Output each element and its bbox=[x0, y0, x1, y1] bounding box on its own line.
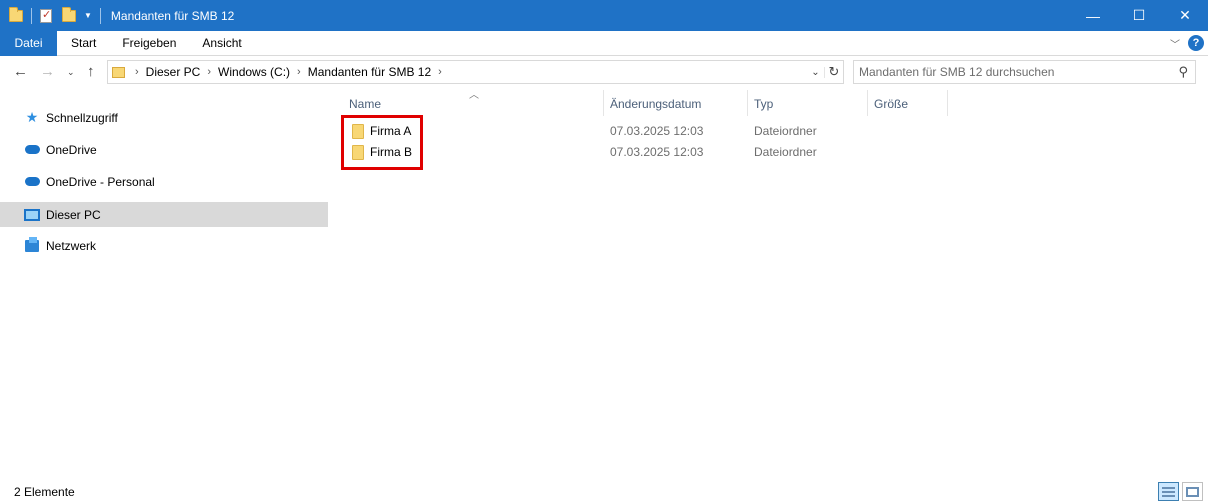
help-icon[interactable]: ? bbox=[1188, 35, 1204, 51]
navigation-pane: ★ Schnellzugriff OneDrive OneDrive - Per… bbox=[0, 88, 330, 478]
tab-start[interactable]: Start bbox=[57, 31, 109, 56]
details-view-button[interactable] bbox=[1158, 482, 1179, 501]
window-title: Mandanten für SMB 12 bbox=[110, 8, 235, 23]
file-modified: 07.03.2025 12:03 bbox=[610, 124, 704, 138]
computer-icon bbox=[24, 207, 40, 223]
column-header-type[interactable]: Typ bbox=[754, 92, 773, 116]
file-type: Dateiordner bbox=[754, 145, 817, 159]
properties-icon[interactable] bbox=[40, 8, 52, 23]
up-arrow-icon[interactable]: ↑ bbox=[87, 63, 95, 80]
window-controls: — ☐ ✕ bbox=[1070, 0, 1208, 31]
star-icon: ★ bbox=[25, 109, 39, 125]
search-input[interactable]: Mandanten für SMB 12 durchsuchen ⚲ bbox=[853, 60, 1196, 84]
forward-arrow-icon[interactable]: → bbox=[40, 63, 55, 80]
large-icons-view-button[interactable] bbox=[1182, 482, 1203, 501]
status-bar: 2 Elemente bbox=[0, 480, 1208, 504]
file-modified: 07.03.2025 12:03 bbox=[610, 145, 704, 159]
sidebar-item-onedrive-personal[interactable]: OneDrive - Personal bbox=[0, 169, 328, 194]
breadcrumb-dieser-pc[interactable]: Dieser PC bbox=[146, 65, 201, 79]
column-header-date[interactable]: Änderungsdatum bbox=[610, 92, 701, 116]
item-count: 2 Elemente bbox=[14, 485, 75, 499]
tab-datei[interactable]: Datei bbox=[0, 30, 57, 56]
search-icon[interactable]: ⚲ bbox=[1178, 64, 1188, 80]
column-divider[interactable] bbox=[947, 90, 948, 116]
sidebar-item-netzwerk[interactable]: Netzwerk bbox=[0, 233, 328, 258]
toolbar-separator bbox=[99, 7, 101, 24]
column-header-size[interactable]: Größe bbox=[874, 92, 908, 116]
ribbon-tabs: Datei Start Freigeben Ansicht ﹀ ? bbox=[0, 30, 1208, 56]
details-view-icon bbox=[1162, 486, 1175, 497]
quick-access-toolbar: ▼ bbox=[0, 6, 109, 24]
sort-ascending-icon: ︿ bbox=[469, 90, 479, 101]
folder-icon bbox=[9, 6, 23, 22]
close-button[interactable]: ✕ bbox=[1162, 0, 1208, 31]
cloud-icon bbox=[24, 174, 40, 190]
toolbar-separator bbox=[31, 7, 32, 24]
tab-freigeben[interactable]: Freigeben bbox=[109, 31, 189, 56]
column-divider[interactable] bbox=[867, 90, 868, 116]
search-placeholder: Mandanten für SMB 12 durchsuchen bbox=[859, 65, 1055, 79]
back-arrow-icon[interactable]: ← bbox=[13, 63, 28, 80]
breadcrumb-chevron-icon[interactable]: › bbox=[297, 66, 301, 78]
tab-ansicht[interactable]: Ansicht bbox=[189, 31, 254, 56]
sidebar-item-onedrive[interactable]: OneDrive bbox=[0, 137, 328, 162]
minimize-button[interactable]: — bbox=[1070, 0, 1116, 31]
customize-quick-access-chevron-icon[interactable]: ▼ bbox=[84, 11, 92, 20]
column-divider[interactable] bbox=[747, 90, 748, 116]
network-icon bbox=[24, 236, 40, 254]
file-row[interactable]: Firma B 07.03.2025 12:03 Dateiordner bbox=[342, 142, 948, 163]
red-highlight-box bbox=[341, 115, 423, 170]
large-icons-view-icon bbox=[1186, 486, 1199, 497]
column-header-name[interactable]: Name bbox=[349, 92, 381, 116]
breadcrumb-chevron-icon[interactable]: › bbox=[438, 66, 442, 78]
title-bar: ▼ Mandanten für SMB 12 — ☐ ✕ bbox=[0, 0, 1208, 31]
sidebar-item-label: Schnellzugriff bbox=[46, 110, 118, 125]
sidebar-item-schnellzugriff[interactable]: ★ Schnellzugriff bbox=[0, 105, 328, 130]
sidebar-item-label: OneDrive - Personal bbox=[46, 174, 155, 189]
maximize-button[interactable]: ☐ bbox=[1116, 0, 1162, 31]
breadcrumb-chevron-icon[interactable]: › bbox=[207, 66, 211, 78]
column-divider[interactable] bbox=[603, 90, 604, 116]
breadcrumb-windows-c[interactable]: Windows (C:) bbox=[218, 65, 290, 79]
sidebar-item-label: OneDrive bbox=[46, 142, 97, 157]
breadcrumb-mandanten[interactable]: Mandanten für SMB 12 bbox=[308, 65, 431, 79]
address-bar[interactable]: › Dieser PC › Windows (C:) › Mandanten f… bbox=[107, 60, 844, 84]
expand-ribbon-chevron-icon[interactable]: ﹀ bbox=[1170, 36, 1180, 51]
file-row[interactable]: Firma A 07.03.2025 12:03 Dateiordner bbox=[342, 121, 948, 142]
sidebar-item-label: Netzwerk bbox=[46, 238, 97, 253]
folder-icon bbox=[112, 66, 125, 78]
refresh-icon[interactable]: ↻ bbox=[825, 64, 843, 80]
new-folder-icon[interactable] bbox=[62, 6, 76, 22]
breadcrumb-chevron-icon[interactable]: › bbox=[135, 66, 139, 78]
address-dropdown-chevron-icon[interactable]: ⌄ bbox=[807, 66, 825, 78]
file-type: Dateiordner bbox=[754, 124, 817, 138]
recent-locations-chevron-icon[interactable]: ⌄ bbox=[67, 67, 75, 78]
sidebar-item-dieser-pc[interactable]: Dieser PC bbox=[0, 202, 328, 227]
cloud-icon bbox=[24, 142, 40, 158]
sidebar-item-label: Dieser PC bbox=[46, 207, 101, 222]
